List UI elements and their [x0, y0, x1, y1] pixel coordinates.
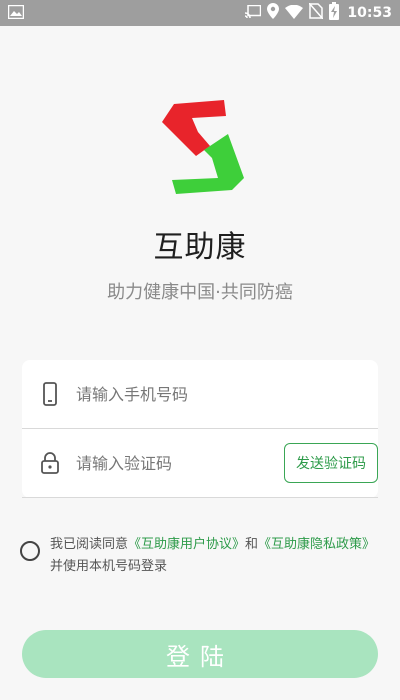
- lock-icon: [40, 450, 60, 476]
- agreement-text: 我已阅读同意《互助康用户协议》和《互助康隐私政策》并使用本机号码登录: [50, 534, 380, 578]
- battery-charging-icon: [329, 2, 340, 24]
- agreement-suffix: 并使用本机号码登录: [50, 559, 168, 574]
- status-bar: 10:53: [0, 0, 400, 26]
- app-logo-icon: [152, 98, 248, 198]
- phone-icon: [40, 381, 60, 407]
- status-time: 10:53: [347, 5, 392, 21]
- agreement-prefix: 我已阅读同意: [50, 537, 129, 552]
- app-title: 互助康: [153, 230, 247, 265]
- phone-input[interactable]: [76, 384, 266, 404]
- wifi-icon: [285, 4, 304, 23]
- code-row: 发送验证码: [22, 429, 378, 498]
- app-subtitle: 助力健康中国·共同防癌: [107, 282, 293, 303]
- login-form: 发送验证码: [22, 360, 378, 498]
- image-icon: [7, 4, 25, 23]
- login-button[interactable]: 登陆: [22, 630, 378, 678]
- phone-row: [22, 360, 378, 429]
- cast-icon: [245, 4, 262, 23]
- send-code-button[interactable]: 发送验证码: [284, 443, 378, 483]
- agreement-radio[interactable]: [20, 541, 40, 561]
- user-agreement-link[interactable]: 《互助康用户协议》: [128, 537, 245, 552]
- code-input[interactable]: [76, 453, 266, 473]
- agreement-and: 和: [245, 537, 259, 552]
- no-sim-icon: [308, 2, 324, 23]
- privacy-policy-link[interactable]: 《互助康隐私政策》: [258, 537, 375, 552]
- location-icon: [267, 3, 280, 23]
